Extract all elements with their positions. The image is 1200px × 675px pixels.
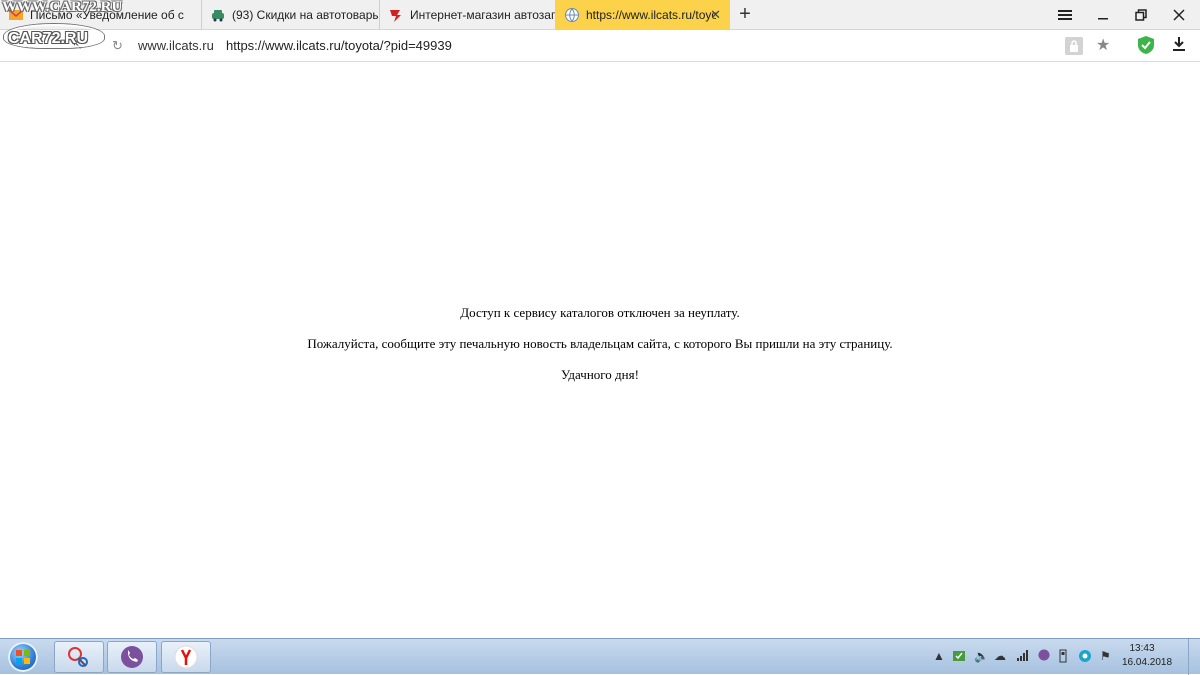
access-disabled-message: Доступ к сервису каталогов отключен за н… <box>460 305 740 320</box>
watermark-site: WWW.CAR72.RU <box>2 0 123 15</box>
windows-logo-icon <box>8 642 38 672</box>
hamburger-icon <box>1058 10 1072 20</box>
tab-bar: Письмо «Уведомление об с (93) Скидки на … <box>0 0 1200 30</box>
tab-ilcats[interactable]: https://www.ilcats.ru/toyo ✕ <box>556 0 730 30</box>
tab-title: https://www.ilcats.ru/toyo <box>586 8 716 22</box>
address-bar: ↖ ↻ www.ilcats.ru https://www.ilcats.ru/… <box>0 30 1200 62</box>
globe-icon <box>564 7 580 23</box>
viber-icon <box>121 646 143 668</box>
lock-icon <box>1070 40 1078 52</box>
clock-date: 16.04.2018 <box>1122 657 1173 668</box>
site-domain[interactable]: www.ilcats.ru <box>138 38 214 53</box>
taskbar-app-scissors[interactable] <box>54 641 104 673</box>
good-day-message: Удачного дня! <box>561 367 639 382</box>
close-tab-icon[interactable]: ✕ <box>710 7 721 23</box>
restore-button[interactable] <box>1122 0 1160 30</box>
minimize-icon <box>1098 18 1108 20</box>
new-tab-button[interactable]: + <box>734 3 756 25</box>
action-center-flag-icon[interactable]: ⚑ <box>1100 649 1111 663</box>
close-icon <box>1173 9 1185 21</box>
taskbar: ▲ 🔈 ☁ ⚑ 13:43 16.04.2018 <box>0 638 1200 675</box>
show-desktop-button[interactable] <box>1188 639 1200 675</box>
reload-icon[interactable]: ↻ <box>112 38 123 54</box>
volume-icon[interactable]: 🔈 <box>974 649 989 663</box>
tray-expand-icon[interactable]: ▲ <box>933 649 945 663</box>
protect-shield-icon[interactable] <box>1137 35 1155 60</box>
tab-internet-magazin[interactable]: Интернет-магазин автозап <box>380 0 556 30</box>
taskbar-app-yandex[interactable] <box>161 641 211 673</box>
system-clock[interactable]: 13:43 16.04.2018 <box>1122 642 1173 670</box>
network-signal-icon[interactable] <box>1016 649 1030 664</box>
watermark-logo: CAR72.RU <box>8 30 89 47</box>
bookmark-star-icon[interactable]: ★ <box>1096 35 1110 55</box>
close-window-button[interactable] <box>1160 0 1198 30</box>
tray-app-icon[interactable] <box>1078 649 1092 666</box>
lock-button[interactable] <box>1065 37 1083 55</box>
notify-owners-message: Пожалуйста, сообщите эту печальную новос… <box>307 336 893 351</box>
menu-button[interactable] <box>1046 0 1084 30</box>
car-icon <box>210 7 226 23</box>
tray-usb-icon[interactable] <box>1058 649 1068 666</box>
tray-security-icon[interactable] <box>952 649 966 666</box>
snipping-tool-icon <box>68 647 88 667</box>
restore-icon <box>1135 9 1147 21</box>
tray-viber-icon[interactable] <box>1038 649 1050 664</box>
cloud-icon[interactable]: ☁ <box>994 649 1006 663</box>
start-button[interactable] <box>4 641 42 673</box>
tab-title: (93) Скидки на автотовары <box>232 8 380 22</box>
minimize-button[interactable] <box>1084 0 1122 30</box>
tab-title: Интернет-магазин автозап <box>410 8 556 22</box>
yandex-browser-icon <box>174 645 198 669</box>
shop-logo-icon <box>388 7 404 23</box>
taskbar-app-viber[interactable] <box>107 641 157 673</box>
url-field[interactable]: https://www.ilcats.ru/toyota/?pid=49939 <box>226 38 452 53</box>
tab-autotovary[interactable]: (93) Скидки на автотовары <box>202 0 380 30</box>
downloads-icon[interactable] <box>1172 35 1186 58</box>
page-content: Доступ к сервису каталогов отключен за н… <box>0 62 1200 638</box>
clock-time: 13:43 <box>1129 643 1155 654</box>
